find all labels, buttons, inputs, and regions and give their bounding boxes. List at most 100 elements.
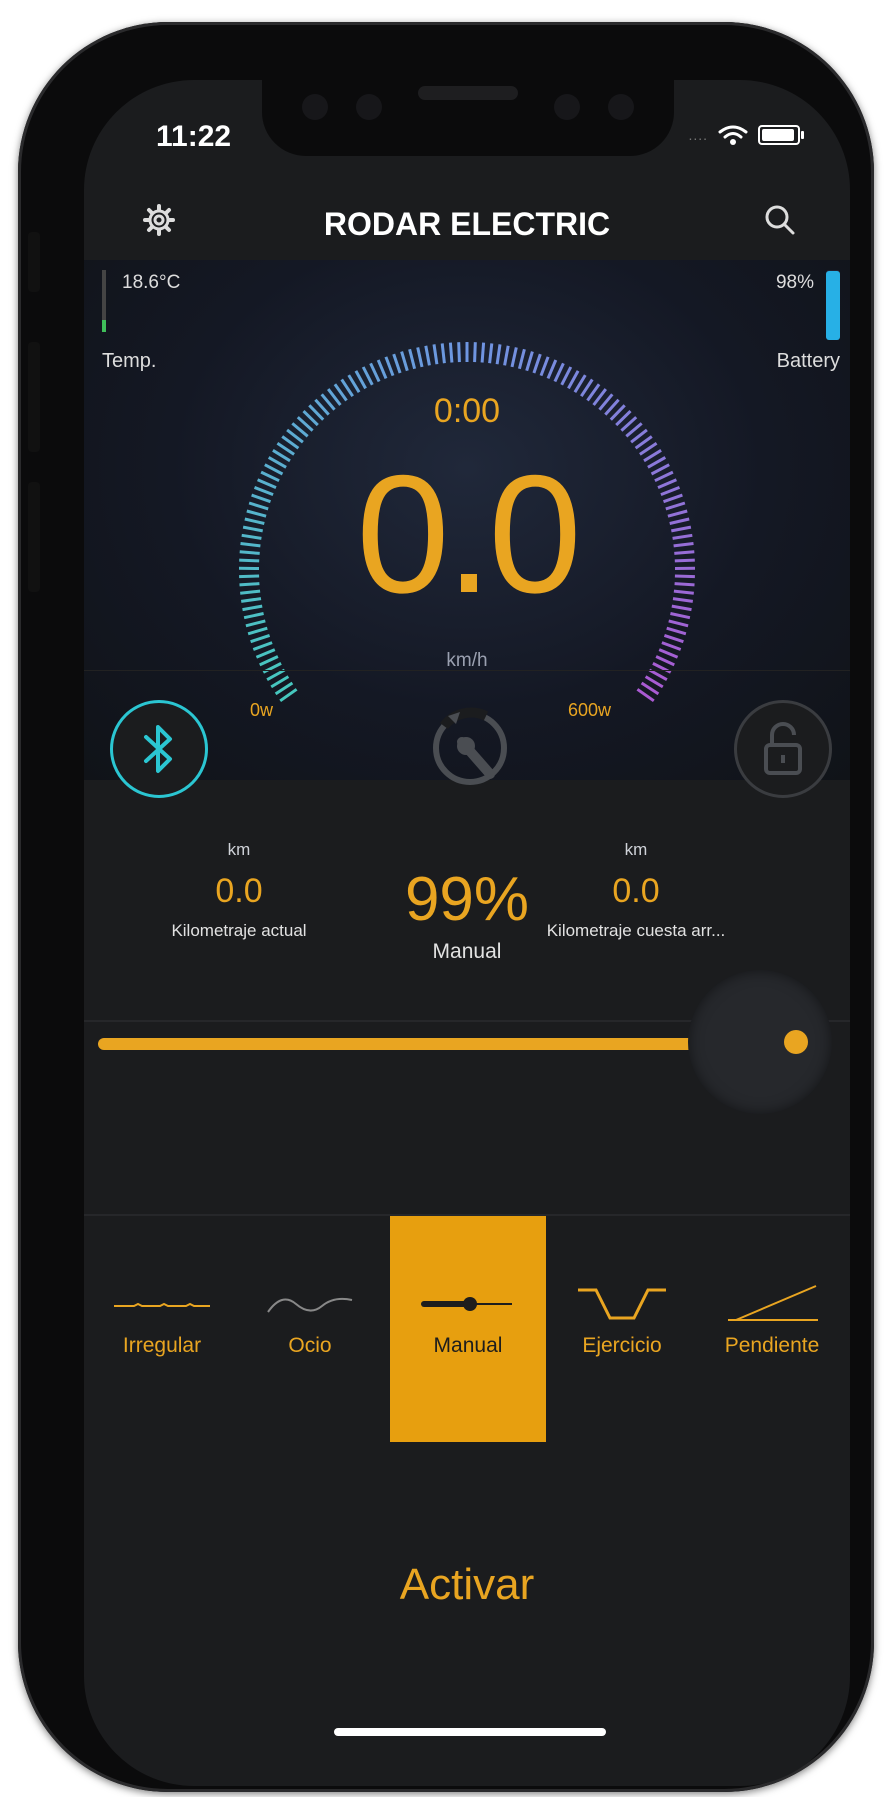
app-title: RODAR ELECTRIC	[323, 206, 611, 242]
gauge-tick	[457, 342, 461, 363]
gauge-tick	[510, 347, 518, 368]
gauge-tick	[400, 351, 409, 372]
uphill-distance-stat: km 0.0 Kilometraje cuesta arr...	[546, 840, 726, 941]
gauge-tick	[480, 342, 486, 363]
irregular-road-icon	[114, 1302, 210, 1307]
gauge-tick	[408, 348, 417, 370]
assist-level-value: 99%	[404, 865, 530, 934]
signal-icon: ....	[688, 127, 708, 143]
mode-label: Manual	[433, 1334, 503, 1357]
mode-ocio[interactable]: Ocio	[232, 1216, 388, 1442]
wave-icon	[267, 1297, 353, 1313]
search-icon[interactable]	[760, 200, 800, 240]
control-row	[84, 700, 850, 840]
bluetooth-icon	[144, 725, 172, 773]
gauge-tick	[495, 344, 502, 365]
gauge-tick	[661, 641, 682, 651]
gauge-tick	[539, 356, 550, 377]
gauge-tick	[668, 619, 689, 628]
gauge-tick	[392, 353, 402, 374]
gauge-tick	[666, 626, 687, 636]
gauge-tick	[517, 348, 526, 370]
mode-irregular[interactable]: Irregular	[84, 1216, 240, 1442]
uphill-distance-unit: km	[624, 840, 648, 859]
gauge-tick	[440, 343, 446, 364]
mode-pendiente[interactable]: Pendiente	[694, 1216, 850, 1442]
gauge-tick	[644, 675, 664, 689]
gauge-tick	[250, 633, 271, 644]
gauge-tick	[553, 362, 565, 383]
gauge-tick	[424, 345, 431, 366]
uphill-distance-value: 0.0	[612, 872, 660, 910]
gauge-tick	[448, 342, 454, 363]
uphill-distance-label: Kilometraje cuesta arr...	[546, 921, 726, 940]
home-indicator[interactable]	[334, 1728, 606, 1736]
speed-value: 0.0	[356, 440, 582, 628]
mode-selector: Irregular Ocio Manual Ejercicio Pendient…	[84, 1216, 850, 1442]
gauge-tick	[503, 345, 510, 366]
wifi-icon	[718, 125, 748, 145]
gauge-tick	[532, 353, 542, 374]
slope-icon	[728, 1285, 818, 1321]
mode-label: Pendiente	[724, 1334, 820, 1357]
status-time: 11:22	[156, 120, 232, 153]
activate-button[interactable]: Activar	[84, 1560, 850, 1610]
mode-label: Ocio	[288, 1334, 332, 1357]
assist-slider-knob[interactable]	[688, 970, 832, 1114]
gauge-tick	[488, 343, 494, 364]
battery-label: Battery	[776, 350, 840, 372]
gauge-tick	[245, 619, 266, 628]
mode-label: Ejercicio	[582, 1334, 662, 1357]
gauge-tick	[416, 347, 424, 368]
temperature-bar	[102, 270, 106, 332]
gauge-tick	[567, 370, 580, 390]
mode-label: Irregular	[122, 1334, 202, 1357]
gauge-tick	[347, 374, 361, 393]
dashboard-divider	[84, 670, 850, 671]
gauge-tick	[432, 344, 439, 365]
mode-ejercicio[interactable]: Ejercicio	[544, 1216, 700, 1442]
bluetooth-button[interactable]	[110, 700, 208, 798]
phone-frame: 11:22 .... RODAR ELECTRIC 18.6°C Temp. 9…	[18, 22, 874, 1792]
gauge-tick	[376, 359, 388, 379]
manual-slider-icon	[421, 1297, 512, 1311]
cruise-control-icon[interactable]	[426, 702, 514, 790]
gauge-tick	[525, 351, 534, 372]
gauge-tick	[369, 362, 381, 383]
unlock-icon	[764, 722, 802, 775]
battery-status-icon	[758, 125, 804, 145]
speed-unit: km/h	[446, 650, 488, 671]
gauge-tick	[573, 374, 587, 393]
power-min-label: 0w	[250, 700, 274, 720]
gauge-tick	[473, 342, 477, 363]
assist-slider-track[interactable]	[98, 1038, 712, 1050]
power-max-label: 600w	[568, 700, 612, 720]
stats-panel: km 0.0 Kilometraje actual 99% Manual km …	[84, 840, 850, 990]
header: RODAR ELECTRIC	[84, 180, 850, 260]
valley-icon	[578, 1288, 666, 1320]
temperature-value: 18.6°C	[122, 272, 181, 293]
gauge-tick	[663, 633, 684, 644]
gauge-tick	[247, 626, 268, 636]
mode-manual[interactable]: Manual	[390, 1216, 546, 1442]
screen: 11:22 .... RODAR ELECTRIC 18.6°C Temp. 9…	[84, 80, 850, 1786]
lock-button[interactable]	[734, 700, 832, 798]
gauge-tick	[270, 675, 290, 689]
gauge-tick	[354, 370, 367, 390]
battery-value: 98%	[775, 272, 814, 293]
gauge-tick	[252, 641, 273, 651]
gauge-tick	[384, 356, 395, 377]
current-distance-unit: km	[227, 840, 251, 859]
gauge-tick	[546, 359, 558, 379]
gauge-tick	[361, 366, 374, 386]
notch	[262, 80, 674, 156]
temperature-label: Temp.	[102, 350, 157, 372]
volume-down-button	[28, 482, 40, 592]
status-icons: ....	[688, 124, 804, 146]
mute-switch	[28, 232, 40, 292]
gauge-tick	[560, 366, 573, 386]
assist-mode-label: Manual	[432, 940, 502, 963]
ride-timer: 0:00	[433, 392, 501, 430]
volume-up-button	[28, 342, 40, 452]
battery-bar	[826, 270, 840, 340]
